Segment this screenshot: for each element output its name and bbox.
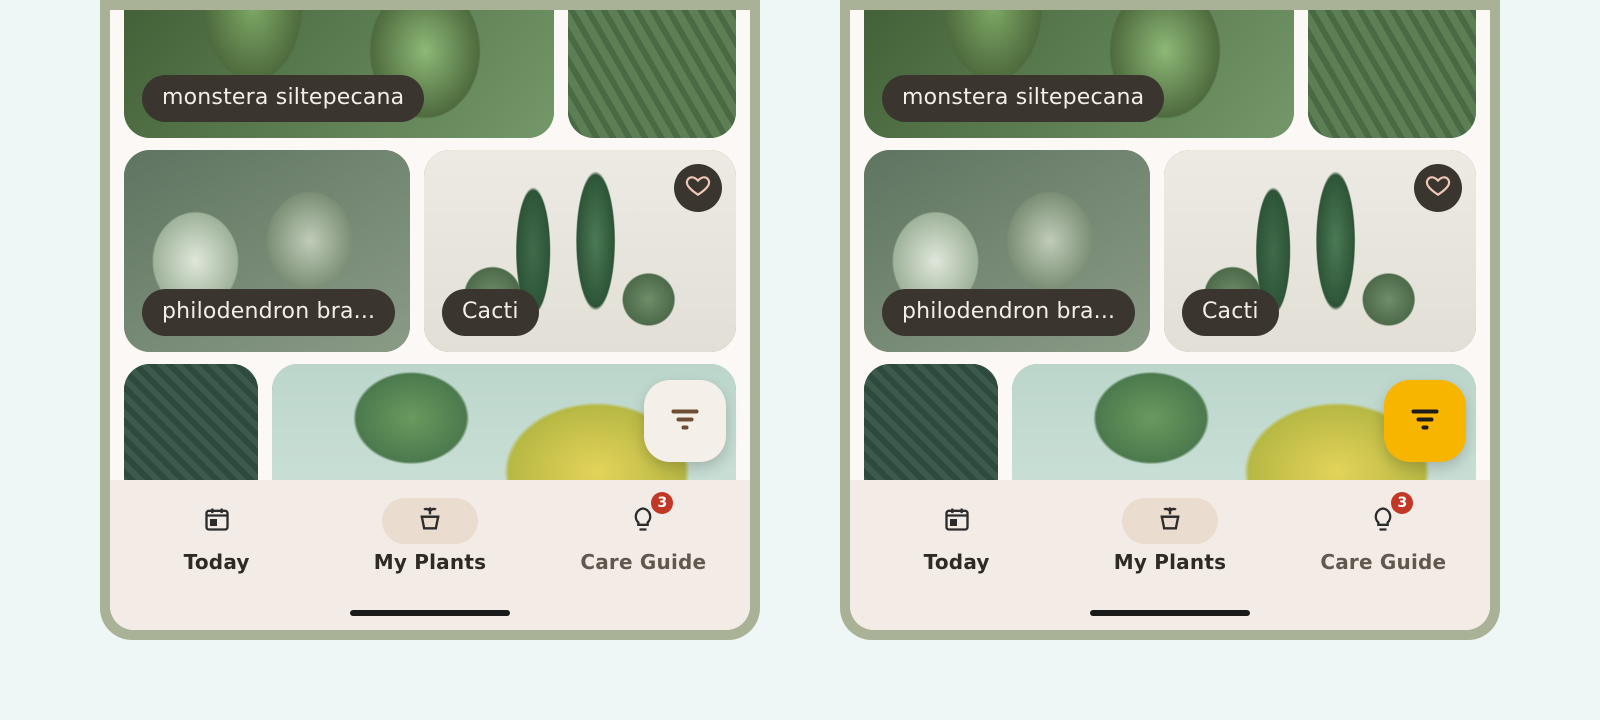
nav-label: My Plants [1114,550,1226,574]
plant-card-cacti[interactable]: Cacti [1164,150,1476,352]
bottom-nav: Today My Plants 3 [110,480,750,630]
plant-card-generic[interactable] [568,10,736,138]
plant-card-label: monstera siltepecana [142,75,424,122]
home-indicator[interactable] [350,610,510,616]
device-frame-left: monstera siltepecana philodendron bra... [100,0,760,640]
bottom-nav: Today My Plants 3 [850,480,1490,630]
nav-icon-wrap [169,498,265,544]
plant-card-philodendron[interactable]: philodendron bra... [864,150,1150,352]
home-indicator[interactable] [1090,610,1250,616]
plant-photo [568,10,736,138]
comparison-stage: monstera siltepecana philodendron bra... [0,0,1600,640]
favorite-button[interactable] [674,164,722,212]
calendar-icon [203,505,231,537]
plant-pot-icon [416,505,444,537]
nav-label: Care Guide [580,550,706,574]
nav-label: Today [924,550,990,574]
nav-label: My Plants [374,550,486,574]
plant-photo [1308,10,1476,138]
favorite-button[interactable] [1414,164,1462,212]
plant-card-generic[interactable] [1308,10,1476,138]
nav-icon-wrap [382,498,478,544]
nav-item-my-plants[interactable]: My Plants [1070,498,1270,574]
plant-card-label: Cacti [442,289,539,336]
nav-icon-wrap: 3 [1335,498,1431,544]
calendar-icon [943,505,971,537]
nav-icon-wrap: 3 [595,498,691,544]
filter-button[interactable] [644,380,726,462]
plant-card-monstera[interactable]: monstera siltepecana [124,10,554,138]
plant-card-label: monstera siltepecana [882,75,1164,122]
screen-left: monstera siltepecana philodendron bra... [110,10,750,630]
nav-item-today[interactable]: Today [857,498,1057,574]
plant-card-label: philodendron bra... [882,289,1135,336]
plant-card-philodendron[interactable]: philodendron bra... [124,150,410,352]
plant-card-monstera[interactable]: monstera siltepecana [864,10,1294,138]
plant-card-label: Cacti [1182,289,1279,336]
heart-icon [1425,173,1451,203]
filter-icon [1410,408,1440,434]
nav-item-care-guide[interactable]: 3 Care Guide [543,498,743,574]
notification-badge: 3 [651,492,673,514]
screen-right: monstera siltepecana philodendron bra... [850,10,1490,630]
nav-label: Care Guide [1320,550,1446,574]
device-frame-right: monstera siltepecana philodendron bra... [840,0,1500,640]
plant-card-label: philodendron bra... [142,289,395,336]
nav-icon-wrap [1122,498,1218,544]
nav-icon-wrap [909,498,1005,544]
heart-icon [685,173,711,203]
nav-item-care-guide[interactable]: 3 Care Guide [1283,498,1483,574]
filter-button[interactable] [1384,380,1466,462]
nav-label: Today [184,550,250,574]
plant-card-cacti[interactable]: Cacti [424,150,736,352]
nav-item-my-plants[interactable]: My Plants [330,498,530,574]
filter-icon [670,408,700,434]
nav-item-today[interactable]: Today [117,498,317,574]
plant-pot-icon [1156,505,1184,537]
notification-badge: 3 [1391,492,1413,514]
